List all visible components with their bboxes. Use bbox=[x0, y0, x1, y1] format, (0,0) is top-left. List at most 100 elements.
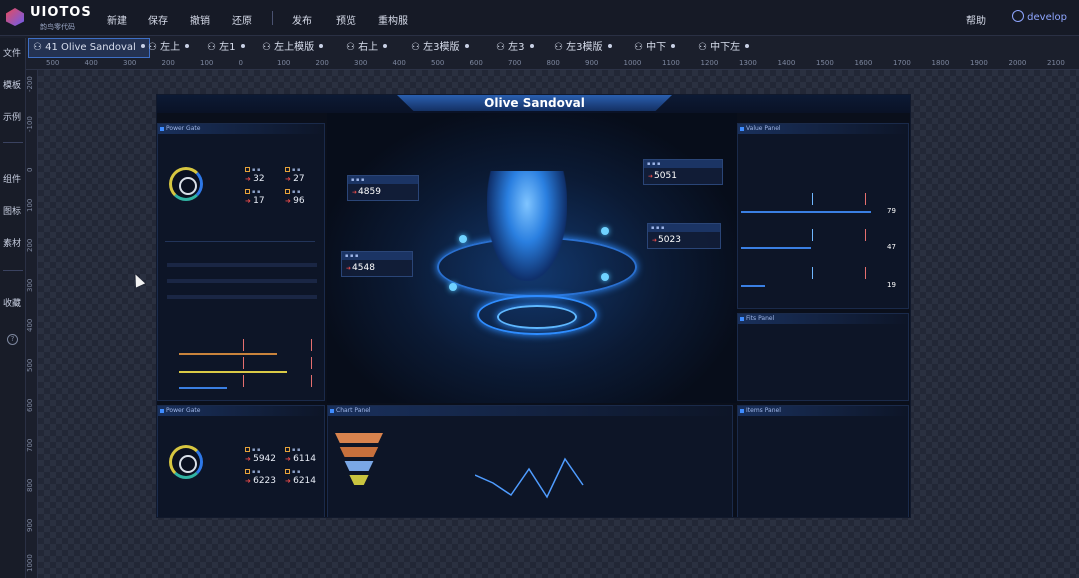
stat-value: 6214 bbox=[285, 476, 316, 486]
panel-title: Power Gate bbox=[158, 124, 324, 134]
sidebar-item-favorite[interactable]: 收藏 bbox=[3, 296, 21, 309]
dashboard-screen[interactable]: Olive Sandoval Power Gate ▪ ▪32 ▪ ▪27 ▪ … bbox=[156, 94, 911, 518]
right-value: 79 bbox=[887, 207, 896, 215]
menu-new[interactable]: 新建 bbox=[107, 12, 127, 27]
panel-title: Chart Panel bbox=[328, 406, 732, 416]
tab-8[interactable]: ⚇ 中下 bbox=[634, 38, 676, 58]
divider bbox=[165, 241, 315, 242]
tab-2[interactable]: ⚇ 左1 bbox=[207, 38, 245, 58]
stat-2a: ▪ ▪5942 bbox=[245, 447, 276, 464]
sidebar-divider-2 bbox=[3, 270, 23, 271]
left-top-panel: Power Gate bbox=[157, 123, 325, 401]
top-bar: UIOTOS 韵鸟零代码 新建 保存 撤销 还原 发布 预览 重构服 帮助 de… bbox=[0, 0, 1079, 36]
sidebar-item-template[interactable]: 模板 bbox=[3, 78, 21, 91]
list-row bbox=[167, 279, 317, 283]
ruler-tick-label: 100 bbox=[26, 198, 34, 212]
sidebar-item-material[interactable]: 素材 bbox=[3, 236, 21, 249]
tab-label: 41 Olive Sandoval bbox=[45, 42, 136, 53]
tab-label: 中下 bbox=[646, 42, 667, 53]
value-box-top-left: ▪ ▪ ▪4859 bbox=[347, 175, 419, 201]
gauge-2 bbox=[169, 445, 203, 479]
ruler-tick-label: 200 bbox=[26, 238, 34, 252]
ruler-tick-label: 100 bbox=[277, 59, 291, 67]
stat-1b: ▪ ▪27 bbox=[285, 167, 305, 184]
panel-title: Items Panel bbox=[738, 406, 908, 416]
menu-preview[interactable]: 预览 bbox=[336, 12, 356, 27]
ruler-tick-label: 300 bbox=[26, 278, 34, 292]
arrow-marker bbox=[243, 357, 244, 369]
value-bar bbox=[741, 211, 871, 213]
funnel-step bbox=[339, 447, 379, 457]
tab-5[interactable]: ⚇ 左3模版 bbox=[411, 38, 469, 58]
stat-1c: ▪ ▪17 bbox=[245, 189, 265, 206]
menu-publish[interactable]: 发布 bbox=[292, 12, 312, 27]
node-dot bbox=[459, 235, 467, 243]
ruler-tick-label: 500 bbox=[26, 358, 34, 372]
arrow-marker bbox=[812, 229, 813, 241]
ruler-tick-label: 500 bbox=[431, 59, 445, 67]
ruler-tick-label: 1500 bbox=[816, 59, 834, 67]
tab-dot bbox=[464, 44, 469, 48]
vertical-ruler: -200 -100 0 100 200 300 400 500 600 700 800 900 1000 bbox=[26, 70, 38, 578]
stat-value: 32 bbox=[245, 174, 264, 184]
value-bar bbox=[741, 247, 811, 249]
stat-value: 5942 bbox=[245, 454, 276, 464]
arrow-marker bbox=[311, 375, 312, 387]
ruler-tick-label: 1000 bbox=[623, 59, 642, 67]
tab-label: 左3模版 bbox=[566, 42, 603, 53]
line-chart bbox=[475, 457, 584, 499]
help-link[interactable]: 帮助 bbox=[966, 12, 986, 27]
horizontal-ruler: 500 400 300 200 100 0 100 200 300 400 500 600 700 800… bbox=[26, 58, 1079, 70]
tab-6[interactable]: ⚇ 左3 bbox=[496, 38, 534, 58]
tab-dot bbox=[607, 44, 612, 48]
user-menu[interactable]: develop bbox=[1012, 10, 1067, 23]
right-mid-panel: Fits Panel bbox=[737, 313, 909, 401]
ruler-tick-label: 200 bbox=[315, 59, 329, 67]
arrow-marker bbox=[311, 339, 312, 351]
sidebar-item-file[interactable]: 文件 bbox=[3, 46, 21, 59]
tab-label: 右上 bbox=[358, 42, 379, 53]
ruler-tick-label: 0 bbox=[238, 59, 243, 67]
right-value: 47 bbox=[887, 243, 896, 251]
tab-4[interactable]: ⚇ 右上 bbox=[346, 38, 388, 58]
arrow-marker bbox=[865, 229, 866, 241]
tab-9[interactable]: ⚇ 中下左 bbox=[698, 38, 750, 58]
sidebar-item-component[interactable]: 组件 bbox=[3, 172, 21, 185]
ruler-tick-label: 900 bbox=[585, 59, 599, 67]
tab-0[interactable]: ⚇ 41 Olive Sandoval bbox=[28, 38, 150, 58]
gauge-1 bbox=[169, 167, 203, 201]
tab-1[interactable]: ⚇ 左上 bbox=[148, 38, 190, 58]
funnel-step bbox=[349, 475, 369, 485]
ruler-tick-label: 200 bbox=[161, 59, 175, 67]
menu-my[interactable]: 重构服 bbox=[378, 12, 408, 27]
help-icon[interactable]: ? bbox=[7, 334, 18, 345]
tab-3[interactable]: ⚇ 左上模版 bbox=[262, 38, 324, 58]
value-box-mid-left: ▪ ▪ ▪4548 bbox=[341, 251, 413, 277]
menu-undo[interactable]: 撤销 bbox=[190, 12, 210, 27]
menu-divider bbox=[272, 11, 273, 25]
tab-bar: ⚇ 41 Olive Sandoval ⚇ 左上 ⚇ 左1 ⚇ 左上模版 ⚇ 右… bbox=[26, 38, 1079, 58]
funnel-step bbox=[344, 461, 374, 471]
menu-redo[interactable]: 还原 bbox=[232, 12, 252, 27]
stat-1d: ▪ ▪96 bbox=[285, 189, 305, 206]
funnel-chart bbox=[335, 433, 383, 495]
ruler-tick-label: 1400 bbox=[777, 59, 796, 67]
menu-save[interactable]: 保存 bbox=[148, 12, 168, 27]
sidebar-item-icon[interactable]: 图标 bbox=[3, 204, 21, 217]
stat-value: 17 bbox=[245, 196, 264, 206]
tab-dot bbox=[745, 44, 750, 48]
funnel-step bbox=[335, 433, 383, 443]
user-name: develop bbox=[1027, 12, 1067, 23]
stat-2d: ▪ ▪6214 bbox=[285, 469, 316, 486]
ruler-tick-label: -100 bbox=[26, 116, 34, 132]
right-value: 19 bbox=[887, 281, 896, 289]
tab-label: 左3 bbox=[508, 42, 525, 53]
arrow-marker bbox=[243, 339, 244, 351]
ruler-tick-label: 800 bbox=[546, 59, 560, 67]
tab-7[interactable]: ⚇ 左3模版 bbox=[554, 38, 612, 58]
sidebar-item-example[interactable]: 示例 bbox=[3, 110, 21, 123]
arrow-marker bbox=[812, 267, 813, 279]
logo-mark bbox=[6, 8, 24, 26]
ruler-tick-label: 400 bbox=[392, 59, 406, 67]
hologram-head bbox=[487, 171, 567, 281]
